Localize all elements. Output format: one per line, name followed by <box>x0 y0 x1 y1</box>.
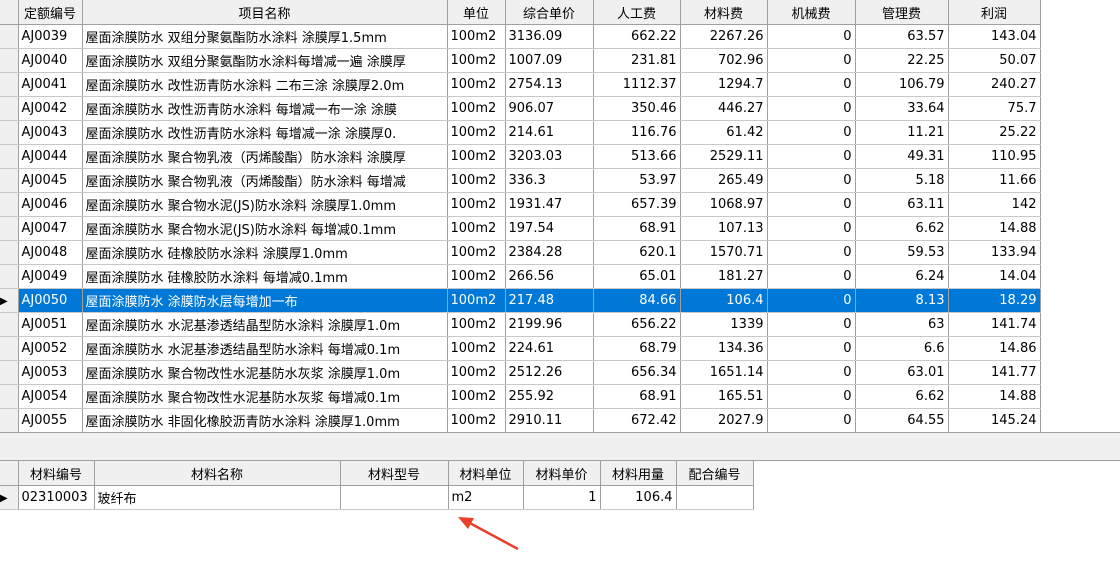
annotation-arrow-icon <box>458 517 519 551</box>
